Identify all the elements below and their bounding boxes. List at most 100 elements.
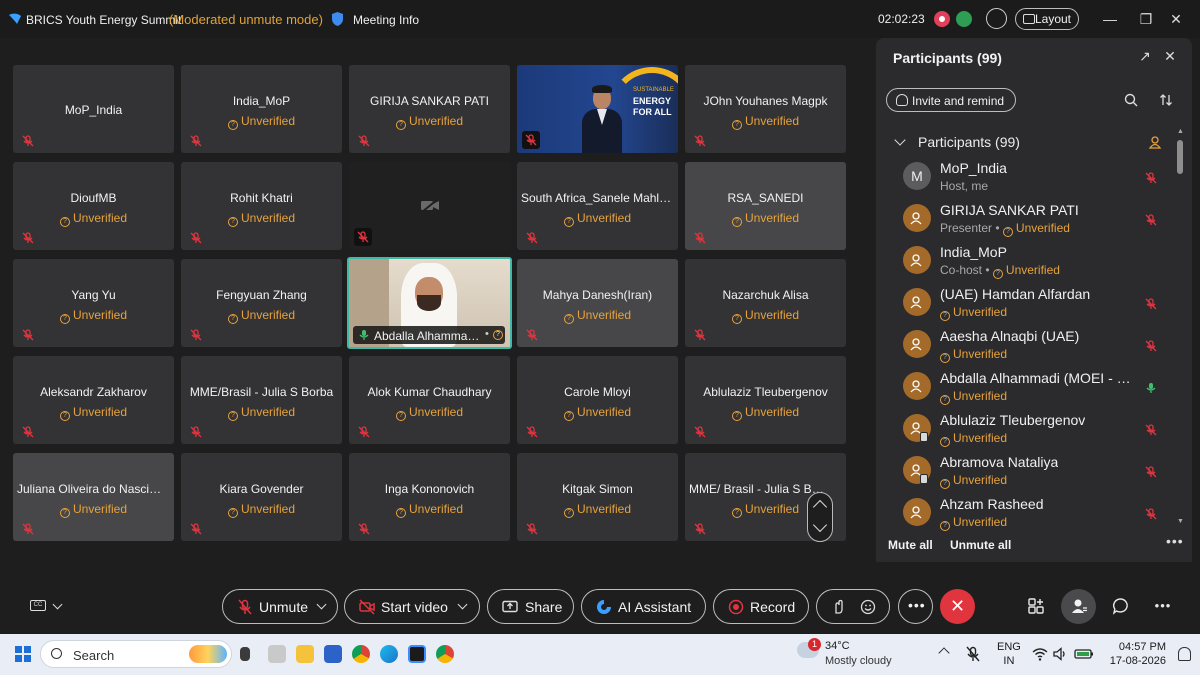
start-video-button[interactable]: Start video xyxy=(344,589,480,624)
mute-all-button[interactable]: Mute all xyxy=(888,538,933,552)
chevron-down-icon[interactable] xyxy=(316,599,327,610)
video-tile[interactable]: MoP_India xyxy=(13,65,174,153)
chat-icon[interactable] xyxy=(1111,596,1131,616)
video-tile[interactable]: Inga Kononovich ? Unverified xyxy=(349,453,510,541)
weather-condition[interactable]: Mostly cloudy xyxy=(825,655,892,667)
participant-row[interactable]: GIRIJA SANKAR PATI Presenter • ? Unverifi… xyxy=(876,200,1172,242)
video-tile[interactable]: DioufMB ? Unverified xyxy=(13,162,174,250)
grid-pager[interactable] xyxy=(807,492,833,542)
video-tile-presenter[interactable]: SUSTAINABLE ENERGY FOR ALL xyxy=(517,65,678,153)
video-tile-active-speaker[interactable]: Abdalla Alhammadi (MOEI - UAE) • ? xyxy=(347,257,512,349)
video-tile[interactable]: JOhn Youhanes Magpk ? Unverified xyxy=(685,65,846,153)
muted-mic-icon[interactable] xyxy=(1145,298,1157,310)
video-tile-camera-off[interactable] xyxy=(349,162,510,250)
shield-icon[interactable] xyxy=(330,11,345,27)
page-down-icon[interactable] xyxy=(812,517,828,533)
mic-muted-tray-icon[interactable] xyxy=(965,646,981,662)
video-tile[interactable]: Nazarchuk Alisa ? Unverified xyxy=(685,259,846,347)
emoji-icon[interactable] xyxy=(860,599,876,615)
speaker-icon[interactable] xyxy=(1052,646,1068,662)
start-menu-icon[interactable] xyxy=(15,646,31,662)
video-tile[interactable]: Aleksandr Zakharov ? Unverified xyxy=(13,356,174,444)
more-options-button[interactable]: ••• xyxy=(898,589,933,624)
video-tile[interactable]: Alok Kumar Chaudhary ? Unverified xyxy=(349,356,510,444)
minimize-icon[interactable]: — xyxy=(1101,10,1119,28)
chevron-down-icon[interactable] xyxy=(457,599,468,610)
apps-icon[interactable] xyxy=(1026,596,1046,616)
participant-row[interactable]: Ablulaziz Tleubergenov ? Unverified xyxy=(876,410,1172,452)
unmute-button[interactable]: Unmute xyxy=(222,589,338,624)
video-tile[interactable]: Juliana Oliveira do Nascimento ? Unverifi… xyxy=(13,453,174,541)
video-tile[interactable]: Kitgak Simon ? Unverified xyxy=(517,453,678,541)
share-button[interactable]: Share xyxy=(487,589,574,624)
wifi-icon[interactable] xyxy=(1032,646,1048,662)
search-icon[interactable] xyxy=(1124,93,1138,107)
language-indicator[interactable]: ENG IN xyxy=(997,640,1021,668)
video-tile[interactable]: Fengyuan Zhang ? Unverified xyxy=(181,259,342,347)
file-explorer-icon[interactable] xyxy=(296,645,314,663)
raise-hand-icon[interactable] xyxy=(831,599,847,615)
reactions-button[interactable] xyxy=(816,589,890,624)
participant-row[interactable]: (UAE) Hamdan Alfardan ? Unverified xyxy=(876,284,1172,326)
video-tile[interactable]: Ablulaziz Tleubergenov ? Unverified xyxy=(685,356,846,444)
tray-overflow-icon[interactable] xyxy=(938,647,950,659)
battery-icon[interactable] xyxy=(1074,646,1094,662)
participant-row[interactable]: India_MoP Co-host • ? Unverified xyxy=(876,242,1172,284)
unmute-all-button[interactable]: Unmute all xyxy=(950,538,1011,552)
participant-row[interactable]: Aaesha Alnaqbi (UAE) ? Unverified xyxy=(876,326,1172,368)
video-tile[interactable]: Rohit Khatri ? Unverified xyxy=(181,162,342,250)
video-tile[interactable]: MME/Brasil - Julia S Borba ? Unverified xyxy=(181,356,342,444)
taskbar-search[interactable]: Search xyxy=(40,640,232,668)
app-icon[interactable] xyxy=(268,645,286,663)
edge-icon[interactable] xyxy=(380,645,398,663)
participant-row[interactable]: M MoP_India Host, me xyxy=(876,158,1172,200)
participant-row[interactable]: Ahzam Rasheed ? Unverified xyxy=(876,494,1172,536)
page-up-icon[interactable] xyxy=(812,499,828,515)
meeting-info-button[interactable]: Meeting Info xyxy=(353,13,419,27)
panel-scrollbar[interactable]: ▲ ▼ xyxy=(1176,128,1184,528)
ai-assistant-button[interactable]: AI Assistant xyxy=(581,589,706,624)
app-icon[interactable] xyxy=(324,645,342,663)
muted-mic-icon[interactable] xyxy=(1145,424,1157,436)
zoom-icon[interactable] xyxy=(986,8,1007,29)
pop-out-icon[interactable]: ↗ xyxy=(1138,49,1152,63)
close-window-icon[interactable]: ✕ xyxy=(1167,10,1185,28)
temperature[interactable]: 34°C xyxy=(825,640,850,652)
system-clock[interactable]: 04:57 PM 17-08-2026 xyxy=(1106,640,1166,668)
webex-taskbar-icon[interactable] xyxy=(408,645,426,663)
maximize-icon[interactable]: ❐ xyxy=(1137,10,1155,28)
muted-mic-icon[interactable] xyxy=(1145,214,1157,226)
notifications-icon[interactable] xyxy=(1178,647,1191,661)
task-view-icon[interactable] xyxy=(240,647,250,661)
video-tile[interactable]: South Africa_Sanele Mahlangu ? Unverified xyxy=(517,162,678,250)
video-tile[interactable]: RSA_SANEDI ? Unverified xyxy=(685,162,846,250)
more-icon[interactable]: ••• xyxy=(1153,596,1173,616)
invite-and-remind-button[interactable]: Invite and remind xyxy=(886,88,1016,112)
sort-icon[interactable] xyxy=(1159,93,1173,107)
video-tile[interactable]: GIRIJA SANKAR PATI ? Unverified xyxy=(349,65,510,153)
muted-mic-icon[interactable] xyxy=(1145,340,1157,352)
record-button[interactable]: Record xyxy=(713,589,809,624)
video-tile[interactable]: India_MoP ? Unverified xyxy=(181,65,342,153)
video-tile[interactable]: Kiara Govender ? Unverified xyxy=(181,453,342,541)
chrome-icon[interactable] xyxy=(436,645,454,663)
leave-meeting-button[interactable]: ✕ xyxy=(940,589,975,624)
muted-mic-icon[interactable] xyxy=(1145,466,1157,478)
video-tile[interactable]: Carole Mloyi ? Unverified xyxy=(517,356,678,444)
participants-section-header[interactable]: Participants (99) xyxy=(894,134,1020,150)
network-health-icon[interactable] xyxy=(956,11,972,27)
chrome-icon[interactable] xyxy=(352,645,370,663)
participants-toggle-button[interactable] xyxy=(1061,589,1096,624)
closed-captions-icon[interactable]: CC xyxy=(30,600,46,611)
muted-mic-icon[interactable] xyxy=(1145,172,1157,184)
participant-row[interactable]: Abdalla Alhammadi (MOEI - UAE) ? Unverifi… xyxy=(876,368,1172,410)
layout-button[interactable]: Layout xyxy=(1015,8,1079,30)
muted-mic-icon[interactable] xyxy=(1145,508,1157,520)
active-mic-icon[interactable] xyxy=(1145,382,1157,394)
video-tile[interactable]: Yang Yu ? Unverified xyxy=(13,259,174,347)
chevron-down-icon[interactable] xyxy=(52,599,63,610)
more-options-icon[interactable]: ••• xyxy=(1166,533,1184,549)
host-controls-icon[interactable] xyxy=(1148,135,1162,149)
close-panel-icon[interactable]: ✕ xyxy=(1163,49,1177,63)
participant-row[interactable]: Abramova Nataliya ? Unverified xyxy=(876,452,1172,494)
